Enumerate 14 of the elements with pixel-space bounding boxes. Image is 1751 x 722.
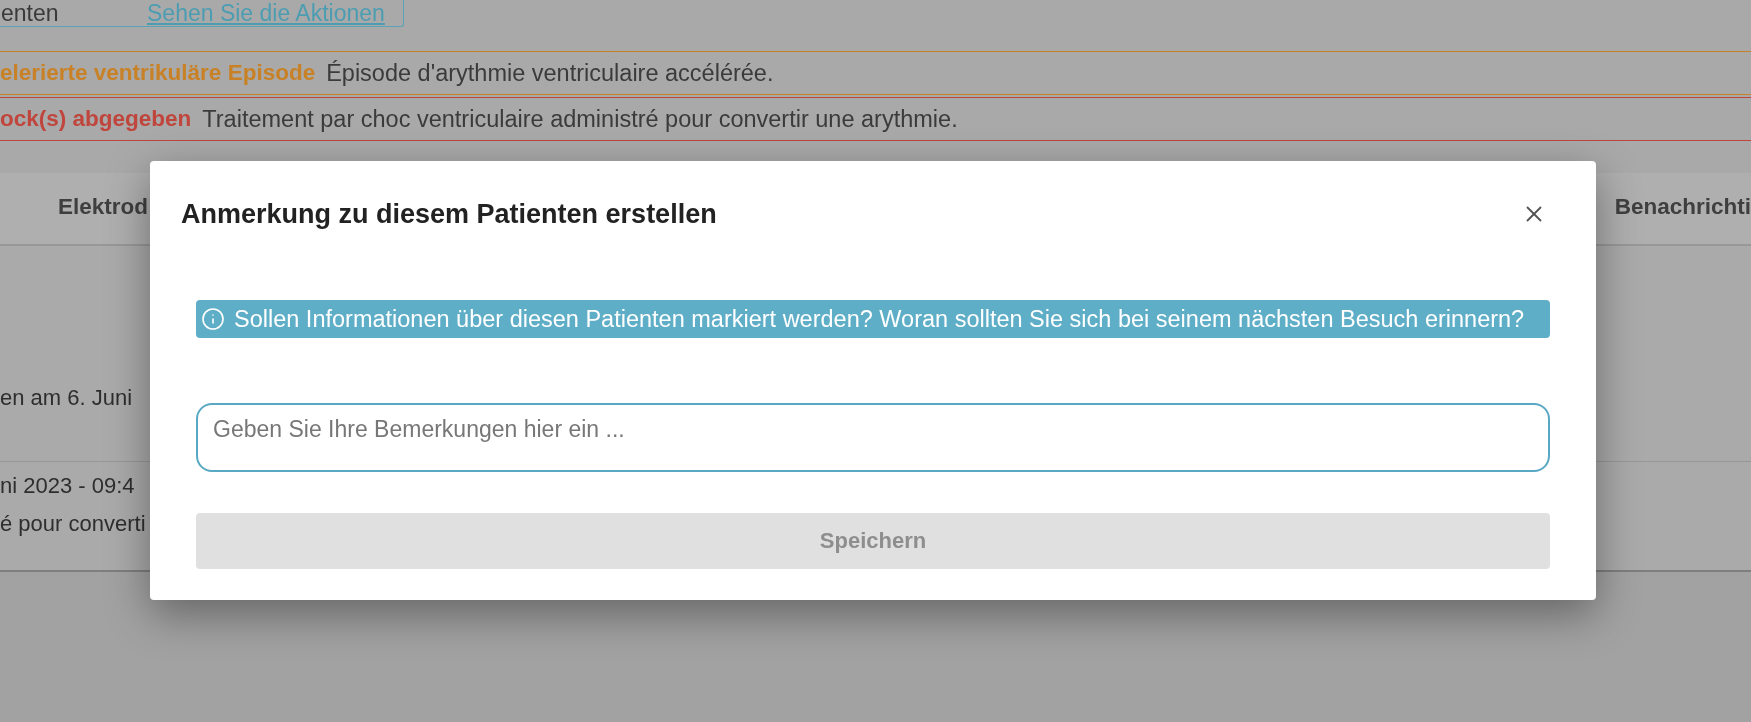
entry-text: en am 6. Juni	[0, 384, 133, 412]
alert-title: ock(s) abgegeben	[0, 106, 192, 132]
action-label: enten	[1, 1, 60, 25]
info-text: Sollen Informationen über diesen Patienten markiert werden? Woran sollten Sie sich bei seinem nächsten Besuch erinnern?	[234, 305, 1525, 333]
entry-text: é pour converti	[0, 510, 146, 538]
alert-description: Épisode d'arythmie ventriculaire accélérée.	[326, 59, 774, 87]
dialog-title: Anmerkung zu diesem Patienten erstellen	[181, 198, 717, 230]
note-input[interactable]: Geben Sie Ihre Bemerkungen hier ein ...	[196, 403, 1550, 472]
tab[interactable]: Benachrichti	[1614, 188, 1751, 229]
alert-description: Traitement par choc ventriculaire administré pour convertir une arythmie.	[202, 105, 958, 133]
tab[interactable]: Elektrod	[58, 188, 149, 229]
alert-title: elerierte ventrikuläre Episode	[0, 60, 316, 86]
info-icon	[201, 307, 225, 331]
entry-text: ni 2023 - 09:4	[0, 472, 135, 500]
